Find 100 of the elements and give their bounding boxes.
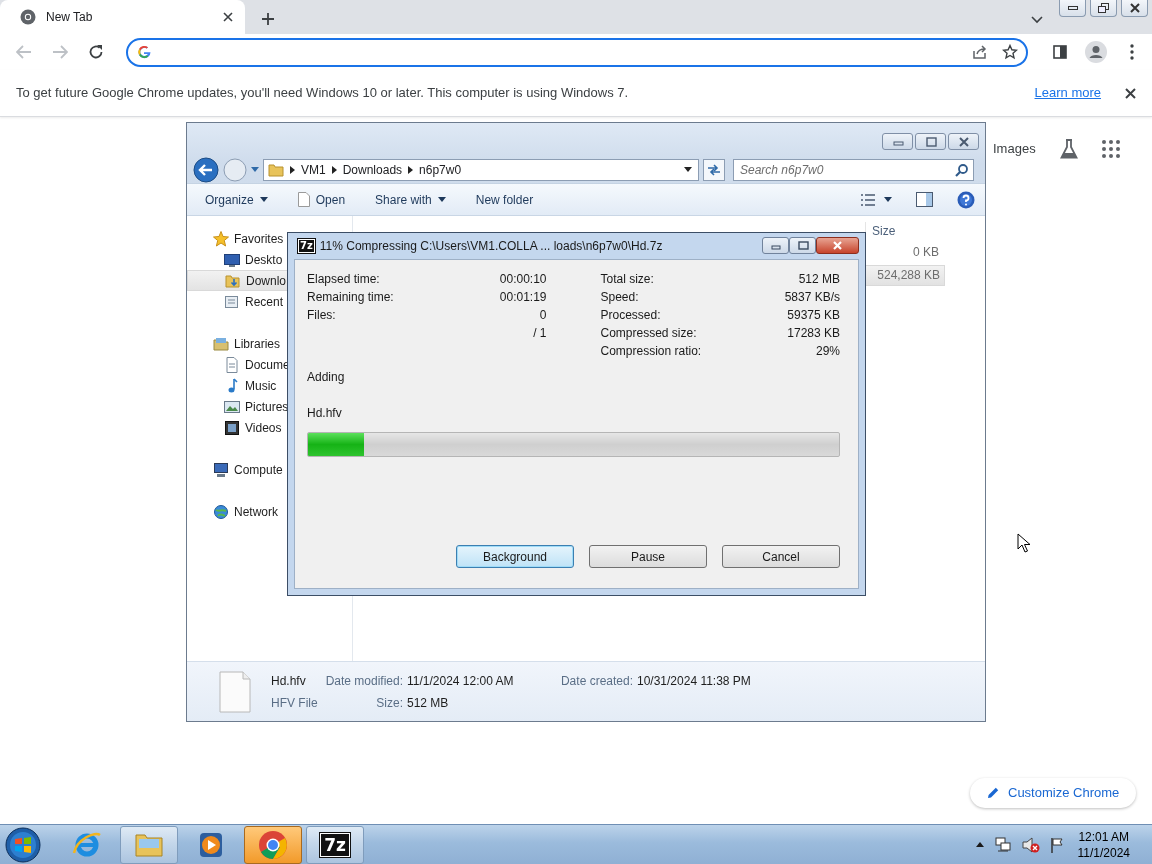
help-button[interactable] (957, 190, 975, 209)
seven-zip-icon: 7z (298, 239, 315, 253)
pictures-icon (224, 398, 240, 415)
arrow-right-icon (52, 45, 68, 59)
caret-right-icon (331, 165, 337, 174)
folder-icon (268, 162, 284, 177)
taskbar-button[interactable] (244, 825, 302, 864)
address-bar[interactable]: VM1 Downloads n6p7w0 (263, 158, 699, 181)
maximize-button[interactable] (789, 237, 816, 254)
plus-icon (261, 12, 275, 26)
nav-item[interactable]: Compute (187, 459, 352, 480)
learn-more-link[interactable]: Learn more (1034, 83, 1101, 103)
volume-muted-icon[interactable] (1021, 836, 1040, 853)
labs-button[interactable] (1059, 139, 1078, 159)
libraries-icon (213, 335, 229, 352)
breadcrumb-item[interactable]: Downloads (342, 160, 403, 179)
recent-icon (224, 293, 240, 310)
stat-value: 59375 KB (787, 307, 840, 324)
documents-icon (224, 356, 240, 373)
close-icon (1129, 3, 1140, 13)
caret-icon[interactable] (684, 167, 692, 172)
network-icon[interactable] (993, 836, 1012, 853)
reload-icon (88, 44, 104, 60)
stat-value: 5837 KB/s (784, 289, 840, 306)
caret-right-icon (408, 165, 414, 174)
help-icon (957, 190, 975, 209)
dialog-button[interactable]: Background (456, 545, 574, 568)
restore-button[interactable] (1090, 0, 1117, 17)
stat-label: Remaining time: (307, 289, 394, 306)
update-notice: To get future Google Chrome updates, you'll need Windows 10 or later. This computer is using Windows 7. (16, 84, 630, 103)
close-button[interactable] (1125, 87, 1136, 99)
close-button[interactable] (1121, 0, 1148, 17)
minimize-button[interactable] (1059, 0, 1086, 17)
field-label: Date created: (559, 672, 633, 690)
share-icon[interactable] (972, 44, 988, 60)
clock-time[interactable]: 12:01 AM (1077, 828, 1130, 845)
toolbar-button[interactable]: Open (297, 190, 346, 209)
customize-chrome-button[interactable]: Customize Chrome (970, 778, 1136, 808)
history-button[interactable] (251, 167, 259, 172)
flag-icon[interactable] (1049, 836, 1064, 853)
stat-label: Processed: (600, 307, 661, 324)
field-label: Size: (375, 694, 403, 712)
stat-label: Files: (307, 307, 336, 324)
dialog-title: 11% Compressing C:\Users\VM1.COLLA ... loads\n6p7w0\Hd.7z (319, 238, 664, 255)
seven-zip-icon: 7z (320, 832, 350, 857)
google-logo-icon (136, 44, 152, 60)
close-icon (1125, 87, 1136, 99)
taskbar-button[interactable]: 7z (306, 825, 364, 864)
favorites-icon (213, 230, 229, 247)
clock-date[interactable]: 11/1/2024 (1077, 844, 1130, 861)
images-link[interactable]: Images (993, 139, 1036, 159)
grid-icon (1101, 140, 1120, 158)
stat-value: / 1 (533, 325, 547, 342)
close-button[interactable] (948, 133, 979, 150)
close-button[interactable] (816, 237, 859, 254)
browser-tab[interactable]: New Tab (0, 0, 245, 34)
restore-icon (1098, 3, 1109, 13)
new-tab-button[interactable] (261, 12, 275, 26)
windows-orb-icon (4, 825, 42, 864)
start-button[interactable] (4, 825, 42, 864)
breadcrumb-item[interactable]: VM1 (301, 160, 326, 179)
field-value: 11/1/2024 12:00 AM (407, 672, 515, 690)
search-field[interactable]: Search n6p7w0 (733, 158, 974, 181)
address-bar[interactable] (126, 37, 1028, 67)
file-icon (219, 670, 251, 713)
close-icon[interactable] (223, 12, 233, 22)
stat-value: 17283 KB (787, 325, 840, 342)
dialog-button[interactable]: Cancel (722, 545, 840, 568)
back-button[interactable] (193, 156, 219, 183)
stat-label: Compression ratio: (600, 343, 702, 360)
size-cell-text: 524,288 KB (876, 267, 941, 284)
star-icon[interactable] (1002, 44, 1018, 60)
preview-pane-button[interactable] (916, 192, 933, 207)
nav-item[interactable]: Libraries (187, 333, 352, 354)
dropdown-button[interactable]: Share with (375, 190, 446, 209)
refresh-button[interactable] (703, 158, 725, 181)
maximize-button[interactable] (915, 133, 946, 150)
toolbar-button[interactable]: New folder (475, 190, 534, 209)
chrome-logo-icon (20, 9, 36, 25)
chevron-down-icon (1031, 16, 1043, 24)
stat-value: 00:00:10 (499, 271, 547, 288)
dialog-button[interactable]: Pause (589, 545, 707, 568)
caret-icon (884, 197, 892, 202)
apps-button[interactable] (1101, 140, 1120, 158)
file-name: Hd.hfv (271, 672, 307, 690)
chevron-up-icon[interactable] (975, 842, 984, 847)
circle-icon (223, 157, 247, 182)
view-button[interactable] (860, 193, 892, 206)
tab-search-button[interactable] (1031, 16, 1043, 24)
person-icon (1085, 41, 1107, 63)
arrow-left-icon (193, 156, 219, 183)
profile-button[interactable] (1084, 40, 1108, 64)
stat-value: 512 MB (798, 271, 840, 288)
computer-icon (213, 461, 229, 478)
minimize-icon (1067, 6, 1078, 10)
arrow-left-icon (16, 45, 32, 59)
breadcrumb-item[interactable]: n6p7w0 (419, 160, 462, 179)
stat-label: Speed: (600, 289, 639, 306)
dropdown-button[interactable]: Organize (205, 190, 268, 209)
desktop-icon (224, 251, 240, 268)
